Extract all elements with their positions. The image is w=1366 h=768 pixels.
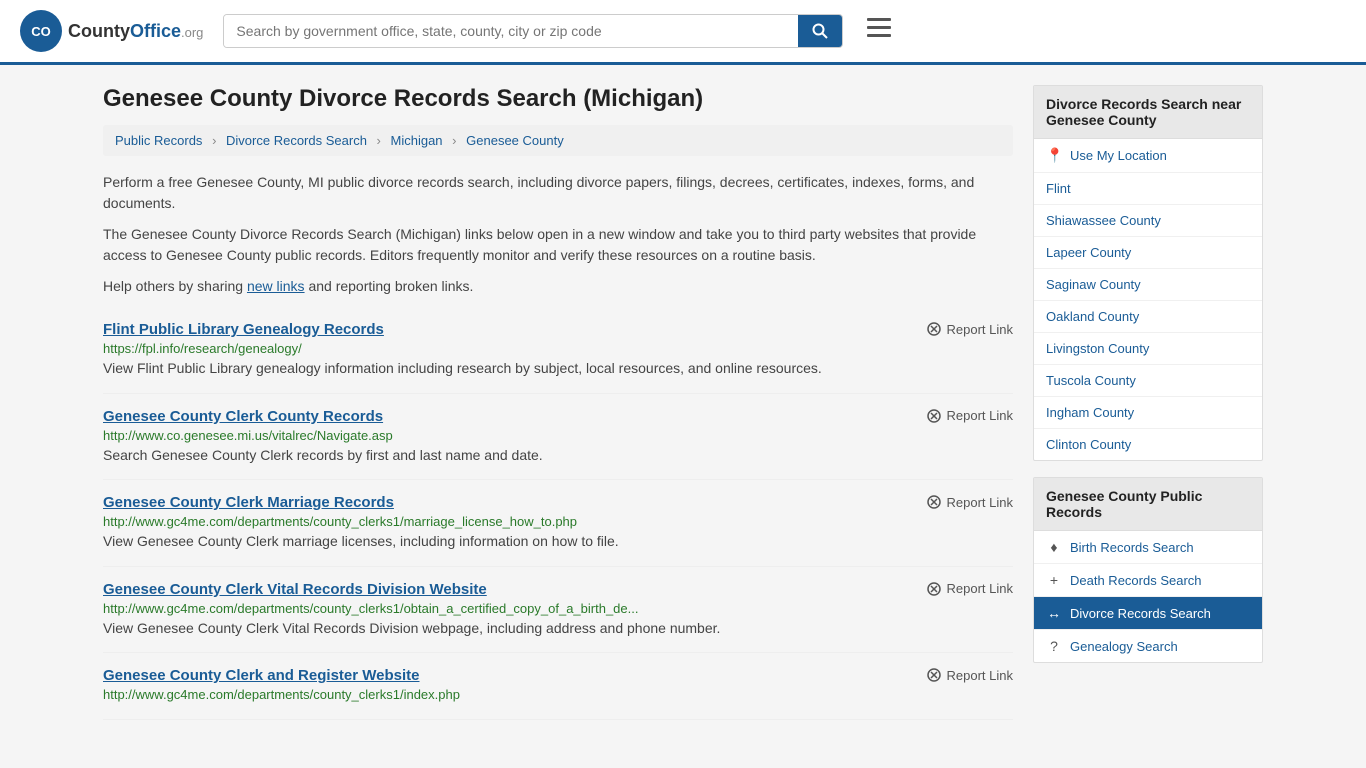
search-bar	[223, 14, 843, 48]
sidebar-item-lapeer[interactable]: Lapeer County	[1034, 237, 1262, 269]
svg-text:CO: CO	[31, 24, 51, 39]
page-title: Genesee County Divorce Records Search (M…	[103, 85, 1013, 113]
breadcrumb-divorce-records[interactable]: Divorce Records Search	[226, 133, 367, 148]
sidebar-item-ingham[interactable]: Ingham County	[1034, 397, 1262, 429]
report-link-2[interactable]: Report Link	[926, 494, 1013, 510]
result-item: Genesee County Clerk and Register Websit…	[103, 653, 1013, 720]
report-link-4[interactable]: Report Link	[926, 667, 1013, 683]
menu-button[interactable]	[863, 14, 895, 48]
logo-text: CountyOffice.org	[68, 21, 203, 42]
search-button[interactable]	[798, 15, 842, 47]
sidebar-item-death-records[interactable]: + Death Records Search	[1034, 564, 1262, 597]
result-url-4[interactable]: http://www.gc4me.com/departments/county_…	[103, 687, 1013, 702]
result-url-3[interactable]: http://www.gc4me.com/departments/county_…	[103, 601, 1013, 616]
sidebar-item-birth-records[interactable]: ♦ Birth Records Search	[1034, 531, 1262, 564]
sidebar-item-oakland[interactable]: Oakland County	[1034, 301, 1262, 333]
sidebar-item-livingston[interactable]: Livingston County	[1034, 333, 1262, 365]
genealogy-icon: ?	[1046, 638, 1062, 654]
result-desc-3: View Genesee County Clerk Vital Records …	[103, 619, 1013, 639]
report-link-1[interactable]: Report Link	[926, 408, 1013, 424]
breadcrumb-genesee-county[interactable]: Genesee County	[466, 133, 564, 148]
result-item: Genesee County Clerk Vital Records Divis…	[103, 567, 1013, 654]
breadcrumb-michigan[interactable]: Michigan	[391, 133, 443, 148]
death-records-icon: +	[1046, 572, 1062, 588]
result-desc-1: Search Genesee County Clerk records by f…	[103, 446, 1013, 466]
report-link-3[interactable]: Report Link	[926, 581, 1013, 597]
sidebar: Divorce Records Search near Genesee Coun…	[1033, 85, 1263, 720]
sidebar-item-divorce-records[interactable]: ↔ Divorce Records Search	[1034, 597, 1262, 630]
sidebar-item-use-my-location[interactable]: 📍 Use My Location	[1034, 139, 1262, 173]
sidebar-item-flint[interactable]: Flint	[1034, 173, 1262, 205]
logo-icon: CO	[20, 10, 62, 52]
result-item: Genesee County Clerk County Records Repo…	[103, 394, 1013, 481]
logo[interactable]: CO CountyOffice.org	[20, 10, 203, 52]
description-3: Help others by sharing new links and rep…	[103, 276, 1013, 297]
sidebar-item-shiawassee[interactable]: Shiawassee County	[1034, 205, 1262, 237]
result-item: Flint Public Library Genealogy Records R…	[103, 307, 1013, 394]
result-title-3[interactable]: Genesee County Clerk Vital Records Divis…	[103, 581, 487, 598]
result-desc-2: View Genesee County Clerk marriage licen…	[103, 532, 1013, 552]
sidebar-public-records-section: Genesee County Public Records ♦ Birth Re…	[1033, 477, 1263, 663]
sidebar-nearby-title: Divorce Records Search near Genesee Coun…	[1034, 86, 1262, 139]
birth-records-icon: ♦	[1046, 539, 1062, 555]
result-url-2[interactable]: http://www.gc4me.com/departments/county_…	[103, 514, 1013, 529]
sidebar-item-genealogy[interactable]: ? Genealogy Search	[1034, 630, 1262, 662]
divorce-records-icon: ↔	[1046, 605, 1062, 621]
breadcrumb-public-records[interactable]: Public Records	[115, 133, 202, 148]
location-icon: 📍	[1046, 147, 1062, 164]
results-list: Flint Public Library Genealogy Records R…	[103, 307, 1013, 720]
search-input[interactable]	[224, 15, 798, 47]
result-item: Genesee County Clerk Marriage Records Re…	[103, 480, 1013, 567]
result-url-0[interactable]: https://fpl.info/research/genealogy/	[103, 341, 1013, 356]
result-title-0[interactable]: Flint Public Library Genealogy Records	[103, 321, 384, 338]
sidebar-item-saginaw[interactable]: Saginaw County	[1034, 269, 1262, 301]
sidebar-item-clinton[interactable]: Clinton County	[1034, 429, 1262, 460]
sidebar-public-records-title: Genesee County Public Records	[1034, 478, 1262, 531]
description-1: Perform a free Genesee County, MI public…	[103, 172, 1013, 214]
result-title-4[interactable]: Genesee County Clerk and Register Websit…	[103, 667, 420, 684]
result-title-1[interactable]: Genesee County Clerk County Records	[103, 408, 383, 425]
sidebar-item-tuscola[interactable]: Tuscola County	[1034, 365, 1262, 397]
description-2: The Genesee County Divorce Records Searc…	[103, 224, 1013, 266]
breadcrumb: Public Records › Divorce Records Search …	[103, 125, 1013, 156]
result-url-1[interactable]: http://www.co.genesee.mi.us/vitalrec/Nav…	[103, 428, 1013, 443]
report-link-0[interactable]: Report Link	[926, 321, 1013, 337]
sidebar-nearby-section: Divorce Records Search near Genesee Coun…	[1033, 85, 1263, 461]
new-links-link[interactable]: new links	[247, 278, 305, 294]
result-title-2[interactable]: Genesee County Clerk Marriage Records	[103, 494, 394, 511]
result-desc-0: View Flint Public Library genealogy info…	[103, 359, 1013, 379]
